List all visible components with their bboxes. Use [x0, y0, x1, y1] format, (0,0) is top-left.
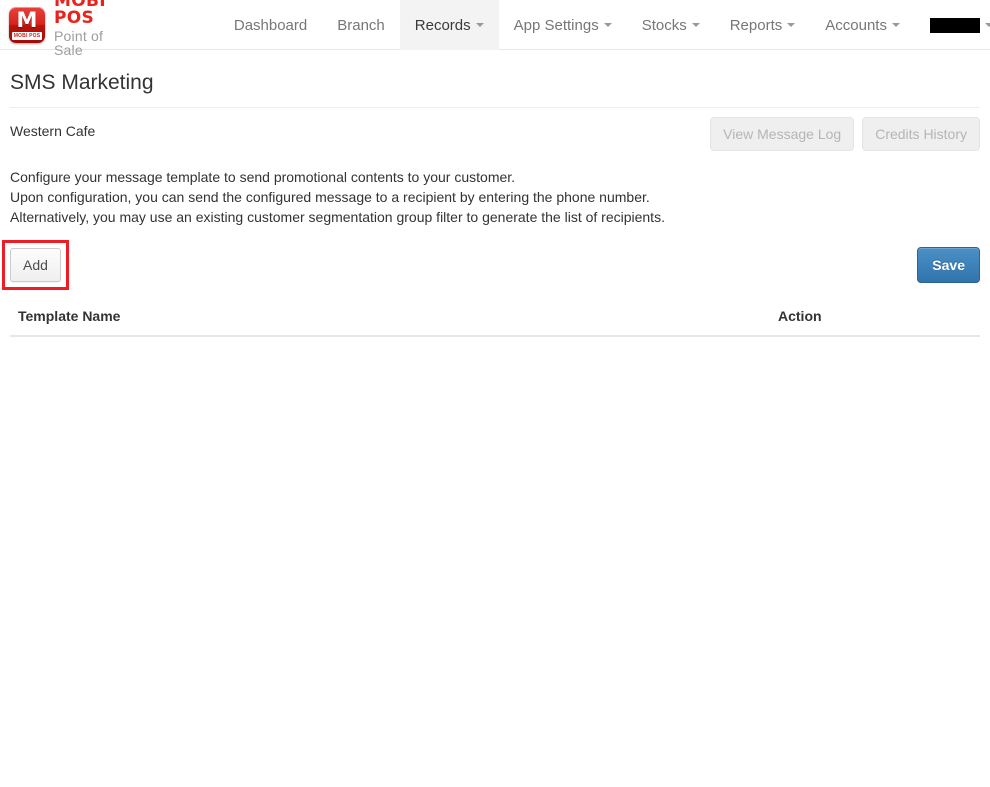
header-actions: View Message Log Credits History	[710, 117, 980, 151]
add-button-wrapper: Add	[2, 240, 69, 290]
nav-item-dashboard[interactable]: Dashboard	[219, 0, 322, 50]
page-title: SMS Marketing	[10, 71, 154, 94]
chevron-down-icon	[691, 23, 700, 27]
nav-item-app-settings[interactable]: App Settings	[499, 0, 627, 50]
brand-text: MOBI POS Point of Sale	[54, 0, 106, 57]
nav-item-label: Records	[414, 16, 471, 34]
brand-logo-link[interactable]: M MOBI POS MOBI POS Point of Sale	[0, 0, 116, 57]
view-message-log-button[interactable]: View Message Log	[710, 117, 855, 151]
chevron-down-icon	[787, 23, 796, 27]
toolbar-row: Add Save	[2, 240, 980, 290]
table-header-row: Template Name Action	[10, 298, 980, 337]
description-block: Configure your message template to send …	[10, 167, 980, 227]
table-head: Template Name Action	[10, 298, 980, 337]
nav-item-label: Accounts	[825, 16, 887, 34]
nav-item-stocks[interactable]: Stocks	[627, 0, 715, 50]
subheader-row: Western Cafe View Message Log Credits Hi…	[10, 117, 980, 151]
page-content: SMS Marketing Western Cafe View Message …	[0, 70, 990, 337]
store-name: Western Cafe	[10, 123, 96, 139]
description-line-2: Upon configuration, you can send the con…	[10, 189, 650, 205]
templates-table: Template Name Action	[10, 298, 980, 337]
redacted-username	[929, 17, 980, 33]
brand-subtitle: Point of Sale	[54, 28, 104, 58]
nav-item-label: Reports	[729, 16, 783, 34]
nav-item-reports[interactable]: Reports	[715, 0, 811, 50]
column-header-action: Action	[770, 298, 980, 337]
logo-letter-m: M	[16, 8, 38, 32]
logo-badge-text: MOBI POS	[12, 32, 42, 40]
chevron-down-icon	[984, 23, 990, 27]
nav-item-branch[interactable]: Branch	[322, 0, 400, 50]
column-header-template-name: Template Name	[10, 298, 770, 337]
mobipos-logo-icon: M MOBI POS	[9, 7, 45, 43]
nav-item-label: App Settings	[513, 16, 599, 34]
add-button[interactable]: Add	[10, 248, 61, 282]
nav-items: Dashboard Branch Records App Settings St…	[219, 0, 990, 50]
nav-item-label: Dashboard	[233, 16, 308, 34]
chevron-down-icon	[891, 23, 900, 27]
save-button[interactable]: Save	[917, 247, 980, 283]
description-line-3: Alternatively, you may use an existing c…	[10, 209, 665, 225]
chevron-down-icon	[603, 23, 612, 27]
nav-item-label: Stocks	[641, 16, 687, 34]
nav-item-user-account[interactable]	[915, 0, 990, 50]
top-navbar: M MOBI POS MOBI POS Point of Sale Dashbo…	[0, 0, 990, 57]
nav-item-label: Branch	[337, 16, 385, 34]
nav-item-records[interactable]: Records	[399, 0, 499, 50]
description-line-1: Configure your message template to send …	[10, 169, 516, 185]
brand-title: MOBI POS	[54, 0, 106, 28]
nav-item-accounts[interactable]: Accounts	[810, 0, 915, 50]
chevron-down-icon	[475, 23, 484, 27]
title-divider	[10, 107, 980, 108]
credits-history-button[interactable]: Credits History	[862, 117, 980, 151]
